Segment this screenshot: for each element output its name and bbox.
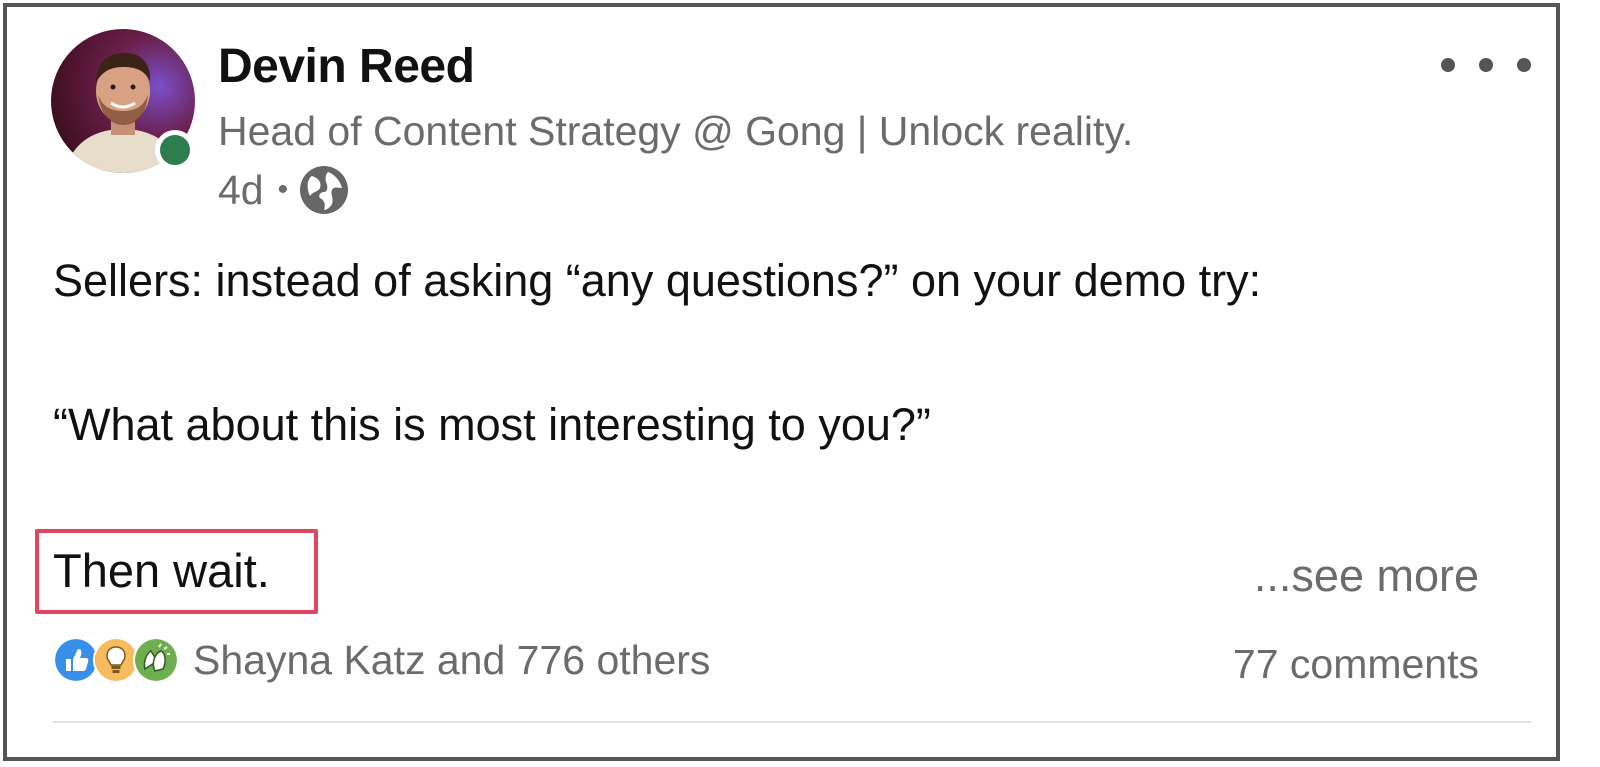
divider: [53, 721, 1531, 723]
see-more-link[interactable]: ...see more: [1254, 553, 1479, 598]
author-name[interactable]: Devin Reed: [218, 43, 475, 91]
post-card: Devin Reed Head of Content Strategy @ Go…: [3, 3, 1560, 761]
globe-icon: [300, 166, 349, 214]
online-status-dot: [155, 130, 195, 170]
celebrate-icon: [133, 637, 179, 683]
reactions-text[interactable]: Shayna Katz and 776 others: [193, 639, 710, 681]
more-dot-icon: [1441, 58, 1455, 72]
reaction-icons: [53, 637, 179, 683]
more-options-button[interactable]: [1441, 47, 1531, 83]
post-text-line: “What about this is most interesting to …: [53, 399, 931, 450]
more-dot-icon: [1517, 58, 1531, 72]
post-text-line: Sellers: instead of asking “any question…: [53, 255, 1262, 306]
post-meta: 4d •: [218, 165, 350, 215]
post-time: 4d: [218, 166, 264, 213]
comments-count-link[interactable]: 77 comments: [1233, 644, 1479, 685]
more-dot-icon: [1479, 58, 1493, 72]
highlight-box: [35, 529, 318, 614]
reactions-summary[interactable]: Shayna Katz and 776 others: [53, 635, 710, 685]
meta-separator: •: [277, 173, 289, 206]
author-headline: Head of Content Strategy @ Gong | Unlock…: [218, 108, 1134, 154]
